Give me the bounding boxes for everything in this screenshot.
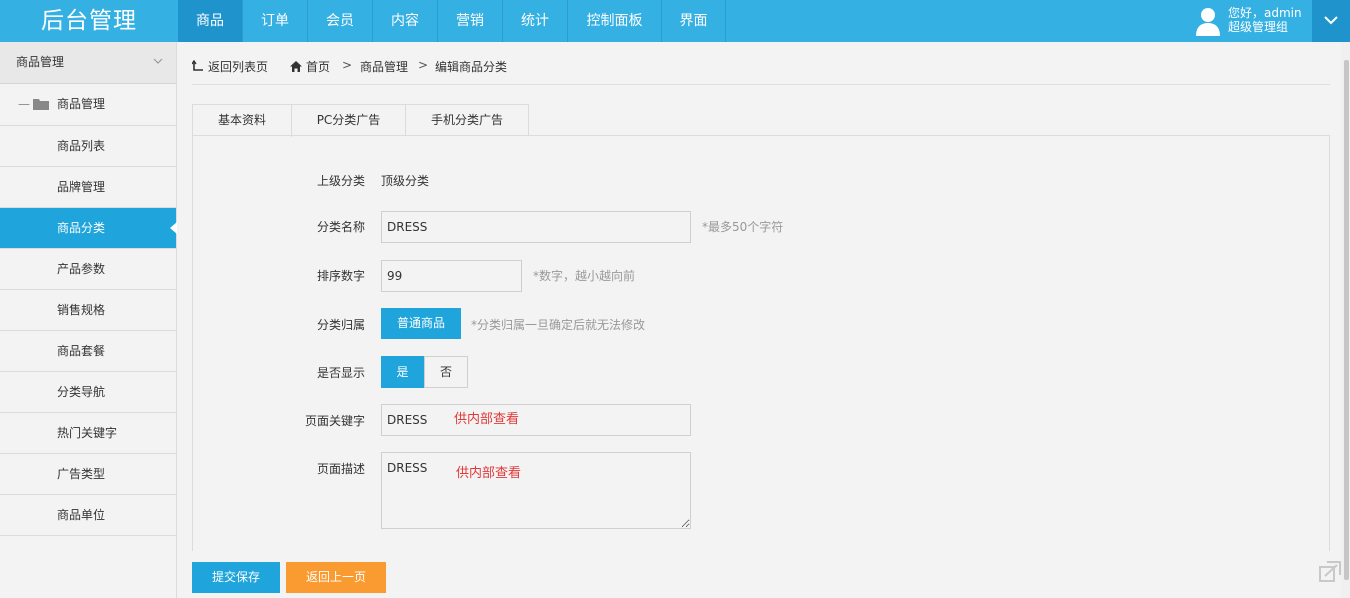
- nav-item-content[interactable]: 内容: [373, 0, 438, 42]
- nav-item-control-panel[interactable]: 控制面板: [568, 0, 662, 42]
- nav-item-orders[interactable]: 订单: [243, 0, 308, 42]
- top-bar: 后台管理 商品 订单 会员 内容 营销 统计 控制面板 界面 您好，admin …: [0, 0, 1350, 42]
- category-type-hint: *分类归属一旦确定后就无法修改: [471, 318, 646, 332]
- breadcrumb: 返回列表页 首页 > 商品管理 > 编辑商品分类: [191, 56, 1330, 85]
- sidebar-item-category-nav[interactable]: 分类导航: [0, 372, 176, 413]
- return-arrow-icon: [191, 59, 203, 71]
- show-yes-button[interactable]: 是: [381, 356, 424, 388]
- sort-number-label: 排序数字: [316, 269, 365, 283]
- parent-category-value: 顶级分类: [381, 174, 430, 188]
- category-name-label: 分类名称: [316, 220, 365, 234]
- sort-number-hint: *数字，越小越向前: [533, 269, 636, 283]
- nav-item-goods[interactable]: 商品: [178, 0, 243, 42]
- tab-pc-ad[interactable]: PC分类广告: [291, 104, 406, 136]
- description-note: 供内部查看: [456, 466, 522, 481]
- nav-item-marketing[interactable]: 营销: [438, 0, 503, 42]
- sidebar-header[interactable]: 商品管理: [0, 42, 176, 84]
- sidebar-item-units[interactable]: 商品单位: [0, 495, 176, 536]
- user-greeting: 您好，admin: [1228, 6, 1302, 20]
- nav-item-statistics[interactable]: 统计: [503, 0, 568, 42]
- folder-icon: [33, 99, 49, 110]
- breadcrumb-current: 编辑商品分类: [435, 60, 508, 74]
- sidebar-group[interactable]: — 商品管理: [0, 84, 176, 126]
- sidebar-item-brands[interactable]: 品牌管理: [0, 167, 176, 208]
- scrollbar-thumb[interactable]: [1344, 60, 1349, 580]
- tab-basic-info[interactable]: 基本资料: [192, 104, 292, 137]
- submit-save-button[interactable]: 提交保存: [192, 562, 280, 593]
- collapse-dash-icon: —: [18, 97, 30, 111]
- form-panel: [192, 135, 1330, 551]
- back-to-list-label: 返回列表页: [208, 60, 269, 74]
- resize-corner-icon[interactable]: [1319, 561, 1341, 583]
- sidebar-item-goods-list[interactable]: 商品列表: [0, 126, 176, 167]
- breadcrumb-home[interactable]: 首页: [290, 58, 330, 75]
- chevron-down-icon: [153, 58, 163, 64]
- sidebar-item-bundles[interactable]: 商品套餐: [0, 331, 176, 372]
- sidebar-item-categories[interactable]: 商品分类: [0, 208, 177, 249]
- keywords-input[interactable]: [381, 404, 691, 436]
- sidebar-item-specs[interactable]: 销售规格: [0, 290, 176, 331]
- tab-mobile-ad[interactable]: 手机分类广告: [405, 104, 529, 136]
- breadcrumb-home-label: 首页: [306, 60, 331, 74]
- back-previous-button[interactable]: 返回上一页: [286, 562, 386, 593]
- sidebar: 商品管理 — 商品管理 商品列表 品牌管理 商品分类 产品参数 销售规格 商品套…: [0, 42, 177, 598]
- sidebar-group-label: 商品管理: [57, 97, 106, 111]
- breadcrumb-separator-icon: >: [342, 58, 353, 72]
- description-textarea[interactable]: DRESS: [381, 452, 691, 529]
- sidebar-item-ad-types[interactable]: 广告类型: [0, 454, 176, 495]
- category-name-input[interactable]: [381, 211, 691, 243]
- nav-item-interface[interactable]: 界面: [662, 0, 726, 42]
- breadcrumb-separator-icon: >: [418, 58, 429, 72]
- chevron-down-icon: [1324, 16, 1338, 25]
- show-label: 是否显示: [316, 366, 365, 380]
- sidebar-item-params[interactable]: 产品参数: [0, 249, 176, 290]
- keywords-note: 供内部查看: [454, 412, 520, 427]
- sort-number-input[interactable]: [381, 260, 522, 292]
- show-no-button[interactable]: 否: [424, 356, 468, 388]
- user-role: 超级管理组: [1228, 20, 1289, 34]
- user-avatar-icon: [1196, 8, 1220, 36]
- normal-goods-button[interactable]: 普通商品: [381, 308, 461, 339]
- keywords-label: 页面关键字: [304, 414, 365, 428]
- breadcrumb-goods-manage[interactable]: 商品管理: [360, 58, 408, 75]
- main-nav: 商品 订单 会员 内容 营销 统计 控制面板 界面: [178, 0, 726, 42]
- tab-bar: 基本资料 PC分类广告 手机分类广告: [192, 104, 529, 137]
- category-type-label: 分类归属: [316, 318, 365, 332]
- nav-item-members[interactable]: 会员: [308, 0, 373, 42]
- user-info[interactable]: 您好，admin 超级管理组: [1192, 0, 1312, 42]
- back-to-list-link[interactable]: 返回列表页: [191, 58, 269, 75]
- parent-category-label: 上级分类: [316, 174, 365, 188]
- category-name-hint: *最多50个字符: [702, 220, 784, 234]
- user-menu-toggle[interactable]: [1312, 0, 1350, 42]
- home-icon: [290, 61, 302, 72]
- sidebar-title: 商品管理: [16, 55, 65, 69]
- sidebar-item-hot-keywords[interactable]: 热门关键字: [0, 413, 176, 454]
- app-logo: 后台管理: [41, 8, 137, 34]
- description-label: 页面描述: [316, 462, 365, 476]
